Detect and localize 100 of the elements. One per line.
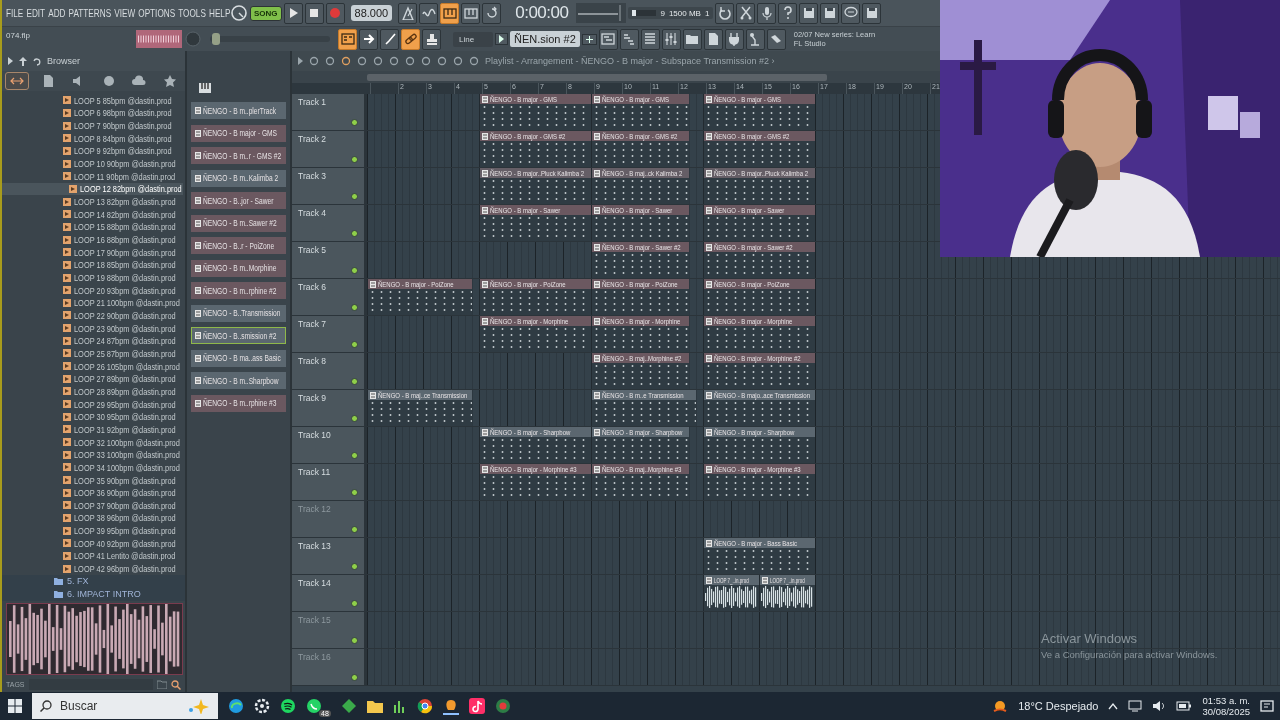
menu-item[interactable]: VIEW <box>114 7 136 19</box>
stamp-button[interactable] <box>422 28 441 50</box>
sample-item[interactable]: LOOP 17 90bpm @dastin.prod <box>2 245 183 259</box>
sample-item[interactable]: LOOP 42 96bpm @dastin.prod <box>2 562 183 575</box>
pattern-item[interactable]: ÑENGO - B m..Sharpbow <box>191 372 286 389</box>
track-header[interactable]: Track 6 <box>292 279 367 315</box>
track-header[interactable]: Track 14 <box>292 575 367 611</box>
track-header[interactable]: Track 7 <box>292 316 367 352</box>
export-button[interactable] <box>862 2 882 24</box>
battery-icon[interactable] <box>1176 701 1193 711</box>
sample-item[interactable]: LOOP 25 87bpm @dastin.prod <box>2 347 183 360</box>
menu-item[interactable]: OPTIONS <box>138 7 176 19</box>
track-header[interactable]: Track 13 <box>292 538 367 574</box>
sample-item[interactable]: LOOP 41 Lentito @dastin.prod <box>2 549 183 563</box>
sample-item[interactable]: LOOP 11 90bpm @dastin.prod <box>2 169 183 183</box>
sample-item[interactable]: LOOP 24 87bpm @dastin.prod <box>2 334 183 348</box>
pattern-item[interactable]: ÑENGO - B major - GMS <box>191 124 286 142</box>
previous-pattern-button[interactable] <box>495 33 508 45</box>
sample-item[interactable]: LOOP 9 92bpm @dastin.prod <box>2 144 183 158</box>
search-field[interactable]: Buscar <box>32 693 218 719</box>
pattern-item[interactable]: ÑENGO - B..Transmission <box>191 304 286 322</box>
song-mode-toggle[interactable]: SONG <box>250 5 282 21</box>
menu-item[interactable]: HELP <box>209 7 231 19</box>
track-header[interactable]: Track 8 <box>292 353 367 389</box>
pattern-item[interactable]: ÑENGO - B m..Morphine <box>191 259 286 277</box>
plugin-button[interactable] <box>724 28 744 50</box>
up-arrow-icon[interactable] <box>19 56 27 66</box>
stop-button[interactable] <box>304 2 324 24</box>
add-pattern-button[interactable] <box>581 33 597 45</box>
pattern-item[interactable]: ÑENGO - B m..Kalimba 2 <box>191 169 286 187</box>
app-icon[interactable] <box>392 699 407 713</box>
tutorial-button[interactable] <box>745 28 765 50</box>
save-as-button[interactable] <box>820 2 840 24</box>
pattern-item[interactable]: ÑENGO - B m..Sawer #2 <box>191 214 286 232</box>
track-header[interactable]: Track 11 <box>292 464 367 500</box>
sample-item[interactable]: LOOP 27 89bpm @dastin.prod <box>2 372 183 386</box>
pattern-selector[interactable]: ÑEN.sion #2 <box>510 31 580 47</box>
chevron-up-icon[interactable] <box>1108 702 1119 710</box>
track-header[interactable]: Track 10 <box>292 427 367 463</box>
sample-item[interactable]: LOOP 39 95bpm @dastin.prod <box>2 524 183 537</box>
sample-item[interactable]: LOOP 22 90bpm @dastin.prod <box>2 309 183 322</box>
channel-rack-button[interactable] <box>640 28 660 50</box>
pattern-item[interactable]: ÑENGO - B..smission #2 <box>191 327 286 344</box>
sample-item[interactable]: LOOP 12 82bpm @dastin.prod <box>2 182 183 196</box>
save-button[interactable] <box>799 2 819 24</box>
sample-item[interactable]: LOOP 6 98bpm @dastin.prod <box>2 106 183 120</box>
search-icon[interactable] <box>171 679 181 690</box>
cut-button[interactable] <box>736 2 756 24</box>
sample-item[interactable]: LOOP 40 92bpm @dastin.prod <box>2 536 183 550</box>
play-button[interactable] <box>283 2 303 24</box>
arrow-button[interactable] <box>359 28 378 50</box>
clock-date[interactable]: 30/08/2025 <box>1202 706 1250 717</box>
speaker-icon[interactable] <box>1152 700 1167 712</box>
filter-tab[interactable] <box>5 72 30 90</box>
pattern-item[interactable]: ÑENGO - B ma..ass Basic <box>191 349 286 367</box>
app-icon[interactable] <box>442 697 459 715</box>
slider-thumb[interactable] <box>212 33 221 45</box>
app-icon[interactable] <box>416 698 433 714</box>
dial-icon[interactable] <box>230 4 248 22</box>
sample-item[interactable]: LOOP 14 82bpm @dastin.prod <box>2 207 183 221</box>
sample-item[interactable]: LOOP 38 96bpm @dastin.prod <box>2 511 183 525</box>
plugin-database-button[interactable] <box>703 28 723 50</box>
scroll-bar[interactable] <box>367 73 827 81</box>
sample-item[interactable]: LOOP 18 85bpm @dastin.prod <box>2 258 183 272</box>
notifications-icon[interactable] <box>1260 699 1274 713</box>
menu-item[interactable]: FILE <box>6 7 24 19</box>
sample-item[interactable]: LOOP 5 85bpm @dastin.prod <box>2 94 183 107</box>
browser-button[interactable] <box>682 28 702 50</box>
link-button[interactable] <box>401 28 420 50</box>
network-icon[interactable] <box>1128 700 1143 712</box>
weather-text[interactable]: 18°C Despejado <box>1018 700 1099 712</box>
folder-item[interactable]: 5. FX <box>67 576 89 587</box>
menu-item[interactable]: EDIT <box>26 7 46 19</box>
pattern-item[interactable]: ÑENGO - B m..rphine #3 <box>191 394 286 412</box>
sample-item[interactable]: LOOP 31 92bpm @dastin.prod <box>2 423 183 436</box>
app-icon[interactable] <box>366 699 383 713</box>
sample-item[interactable]: LOOP 20 93bpm @dastin.prod <box>2 283 183 297</box>
record-audio-button[interactable] <box>757 2 777 24</box>
brush-button[interactable] <box>380 28 399 50</box>
pattern-item[interactable]: ÑENGO - B..r - PoiZone <box>191 237 286 254</box>
main-slider[interactable] <box>210 36 330 42</box>
track-header[interactable]: Track 9 <box>292 390 367 426</box>
sample-item[interactable]: LOOP 33 100bpm @dastin.prod <box>2 448 183 462</box>
sample-item[interactable]: LOOP 10 90bpm @dastin.prod <box>2 157 183 170</box>
pattern-item[interactable]: ÑENGO - B m..r - GMS #2 <box>191 147 286 164</box>
sample-item[interactable]: LOOP 26 105bpm @dastin.prod <box>2 359 183 373</box>
pattern-item[interactable]: ÑENGO - B m..rphine #2 <box>191 282 286 299</box>
chat-button[interactable] <box>841 2 861 24</box>
clock-time[interactable]: 01:53 a. m. <box>1202 695 1250 706</box>
start-button[interactable] <box>8 699 22 713</box>
playlist-button[interactable] <box>338 28 357 50</box>
track-header[interactable]: Track 4 <box>292 205 367 241</box>
playlist-window-button[interactable] <box>598 28 618 50</box>
sample-item[interactable]: LOOP 37 90bpm @dastin.prod <box>2 499 183 512</box>
sample-item[interactable]: LOOP 35 90bpm @dastin.prod <box>2 473 183 487</box>
menu-item[interactable]: ADD <box>48 7 66 19</box>
expand-arrow-icon[interactable] <box>8 57 13 65</box>
reset-button[interactable] <box>715 2 735 24</box>
sample-item[interactable]: LOOP 8 84bpm @dastin.prod <box>2 131 183 145</box>
sample-item[interactable]: LOOP 15 88bpm @dastin.prod <box>2 220 183 234</box>
